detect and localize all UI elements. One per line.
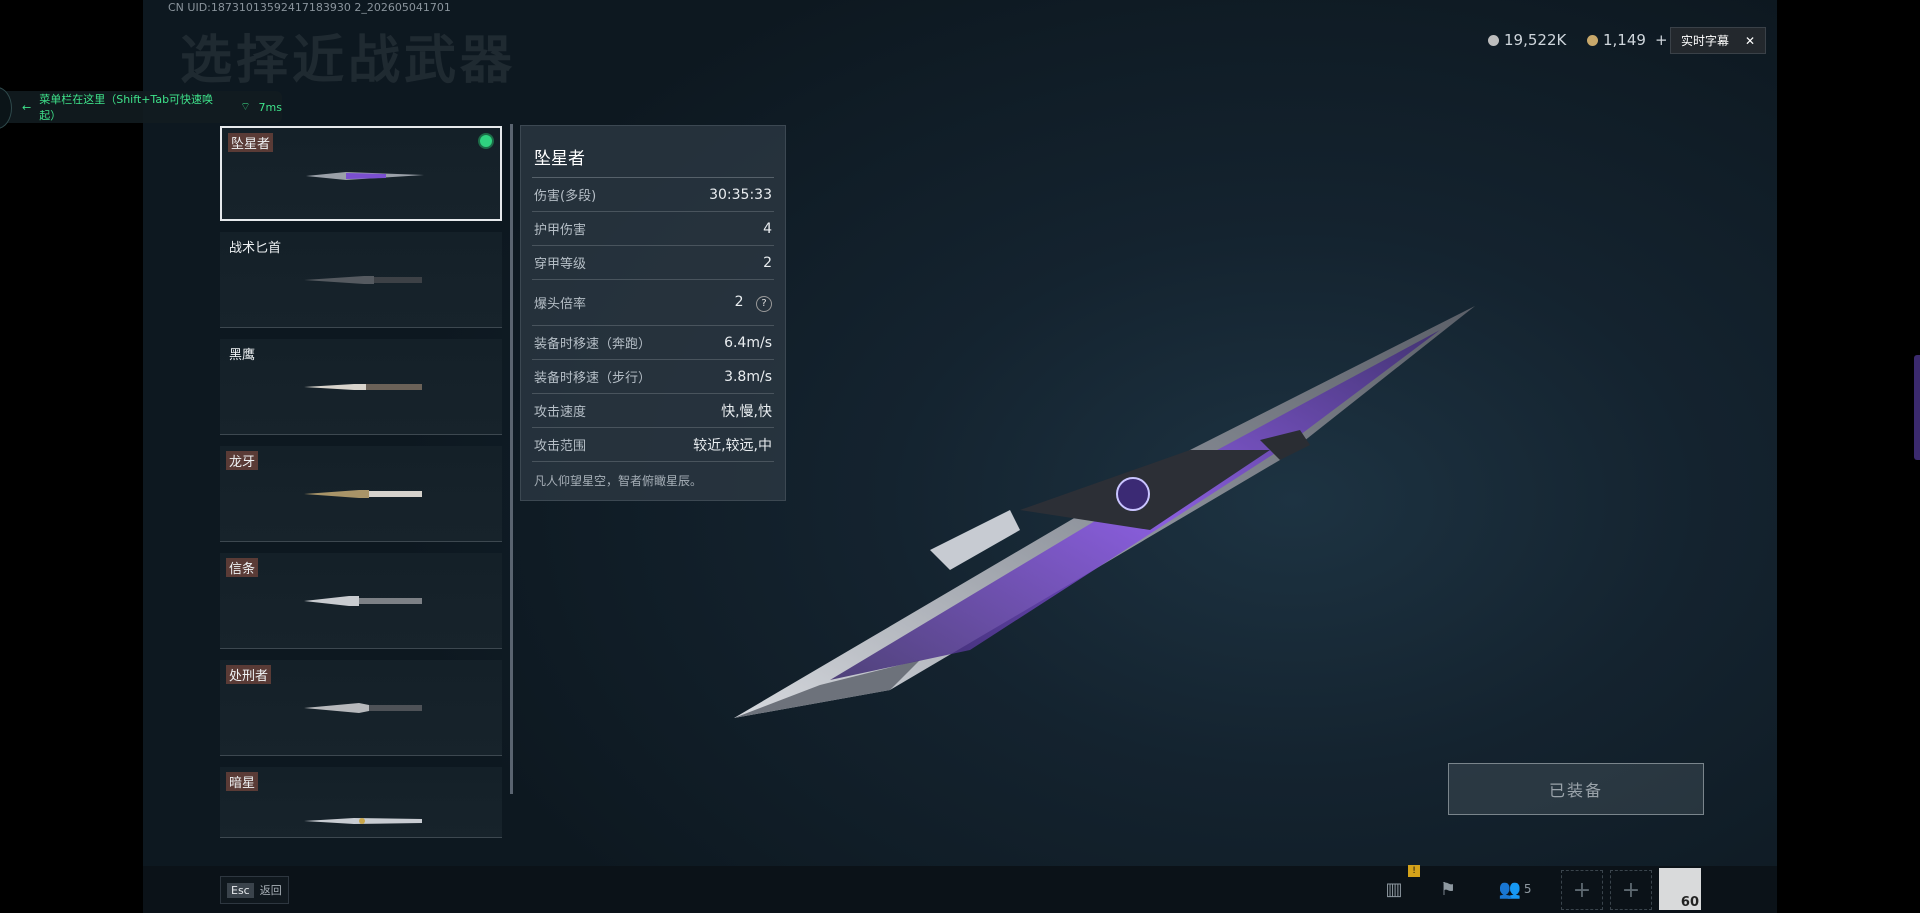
knife-thumbnail-icon — [304, 596, 422, 606]
weapon-name: 暗星 — [226, 772, 259, 791]
back-button[interactable]: Esc 返回 — [220, 876, 289, 904]
stat-label: 穿甲等级 — [534, 257, 587, 272]
squad-count: 5 — [1523, 882, 1532, 896]
gold-amount: 1,149 — [1603, 31, 1646, 49]
equipped-button[interactable]: 已装备 — [1448, 763, 1704, 815]
knife-thumbnail-icon — [304, 276, 422, 284]
weapon-name: 信条 — [226, 558, 259, 577]
back-label: 返回 — [259, 884, 282, 897]
stat-value: 30:35:33 — [709, 186, 772, 203]
currency-silver: 19,522K — [1488, 31, 1566, 49]
ping-value: 7ms — [258, 100, 282, 114]
flag-icon[interactable]: ⚑ — [1428, 870, 1468, 908]
weapon-name: 黑鹰 — [229, 348, 256, 363]
weapon-name: 战术匕首 — [229, 241, 282, 256]
knife-thumbnail-icon — [304, 384, 422, 390]
stat-label: 攻击范围 — [534, 439, 587, 454]
weapon-card-fallen-star[interactable]: 坠星者 — [220, 126, 502, 221]
silver-amount: 19,522K — [1504, 31, 1567, 49]
weapon-list-scrollbar[interactable] — [510, 124, 513, 794]
stat-row: 伤害(多段) 30:35:33 — [532, 178, 774, 212]
menu-tip-text: 菜单栏在这里（Shift+Tab可快速唤起） — [39, 93, 214, 122]
add-teammate-slot[interactable]: + — [1610, 870, 1652, 910]
esc-key-label: Esc — [227, 882, 254, 898]
weapon-3d-preview[interactable] — [720, 300, 1480, 740]
weapon-name: 处刑者 — [226, 665, 272, 684]
plus-icon: + — [1572, 877, 1592, 903]
menu-handle[interactable] — [0, 87, 12, 129]
gold-coin-icon — [1587, 34, 1598, 46]
knife-thumbnail-icon — [304, 818, 422, 824]
weapon-card-executioner[interactable]: 处刑者 — [220, 660, 502, 756]
stat-value: 4 — [763, 220, 772, 237]
stat-label: 伤害(多段) — [534, 189, 597, 204]
knife-thumbnail-icon — [304, 703, 422, 713]
notification-badge: ! — [1408, 865, 1420, 877]
squad-button[interactable]: 👥 5 — [1490, 870, 1540, 908]
stat-row: 护甲伤害 4 — [532, 212, 774, 246]
stat-value: 2 — [763, 254, 772, 271]
weapon-card-tactical-dagger[interactable]: 战术匕首 — [220, 232, 502, 328]
side-decoration — [1914, 355, 1920, 460]
add-teammate-slot[interactable]: + — [1561, 870, 1603, 910]
add-currency-button[interactable]: + — [1655, 31, 1668, 49]
stat-row: 穿甲等级 2 — [532, 246, 774, 280]
currency-gold: 1,149 + — [1587, 31, 1668, 49]
stat-label: 攻击速度 — [534, 405, 587, 420]
knife-thumbnail-icon — [304, 490, 422, 498]
avatar[interactable]: 60 — [1659, 868, 1701, 910]
weapon-card-dark-star[interactable]: 暗星 — [220, 767, 502, 838]
live-subtitle-label: 实时字幕 — [1681, 34, 1730, 48]
knife-thumbnail-icon — [306, 172, 424, 180]
people-icon: 👥 — [1498, 878, 1521, 900]
equipped-indicator — [480, 135, 492, 147]
weapon-card-creed[interactable]: 信条 — [220, 553, 502, 649]
page-title: 选择近战武器 — [180, 31, 517, 91]
uid-label: CN UID:18731013592417183930 2_2026050417… — [168, 1, 451, 14]
menu-tip-bar[interactable]: ← 菜单栏在这里（Shift+Tab可快速唤起） ⌔ 7ms — [0, 87, 282, 129]
stat-label: 爆头倍率 — [534, 297, 587, 312]
player-level: 60 — [1680, 895, 1699, 910]
weapon-list: 坠星者 战术匕首 黑鹰 龙牙 信条 处刑者 暗星 — [220, 126, 502, 838]
plus-icon: + — [1621, 877, 1641, 903]
stats-title: 坠星者 — [532, 126, 774, 178]
arrow-left-icon: ← — [22, 100, 32, 114]
stat-label: 护甲伤害 — [534, 223, 587, 238]
weapon-name: 坠星者 — [228, 133, 274, 152]
stat-label: 装备时移速（步行） — [534, 371, 652, 386]
close-icon[interactable]: ✕ — [1745, 34, 1755, 48]
weapon-card-dragon-fang[interactable]: 龙牙 — [220, 446, 502, 542]
weapon-card-black-hawk[interactable]: 黑鹰 — [220, 339, 502, 435]
stat-label: 装备时移速（奔跑） — [534, 337, 652, 352]
weapon-name: 龙牙 — [226, 451, 259, 470]
silver-coin-icon — [1488, 34, 1499, 46]
wifi-icon: ⌔ — [240, 100, 251, 113]
live-subtitle-button[interactable]: 实时字幕 ✕ — [1670, 27, 1766, 54]
